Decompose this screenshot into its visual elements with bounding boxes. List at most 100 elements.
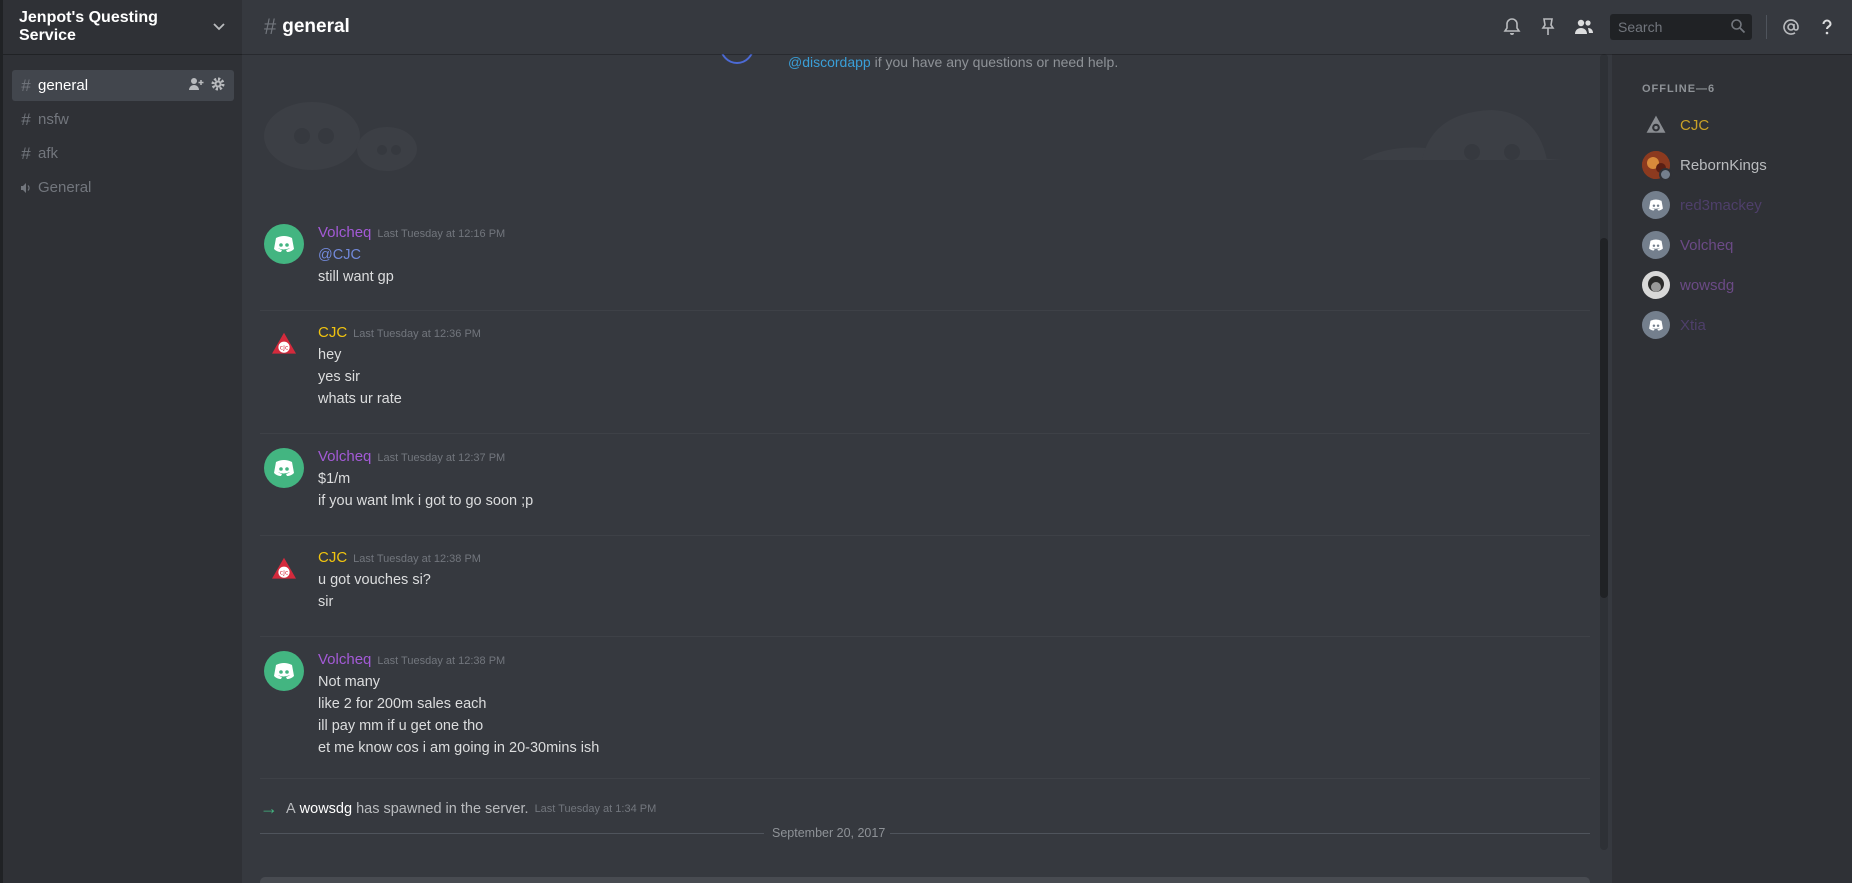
help-icon[interactable]: [1816, 16, 1838, 38]
author-name[interactable]: Volcheq: [318, 651, 371, 668]
member-name: RebornKings: [1680, 156, 1767, 174]
member-item[interactable]: CJC: [1642, 108, 1842, 142]
avatar: [1642, 111, 1670, 139]
avatar: [1642, 271, 1670, 299]
cjc-logo-icon: [1646, 115, 1666, 133]
message-text: u got vouches si?: [318, 572, 431, 588]
mention-icon[interactable]: [1780, 16, 1802, 38]
avatar[interactable]: [264, 448, 304, 488]
welcome-ring-icon: [720, 54, 754, 64]
scrollbar-thumb[interactable]: [1600, 238, 1608, 598]
message-list: @discordapp if you have any questions or…: [242, 54, 1602, 883]
message-group: cjc CJC Last Tuesday at 12:36 PM hey yes…: [260, 324, 1590, 434]
message-text: hey: [318, 347, 342, 363]
message-text: still want gp: [318, 269, 394, 285]
discordapp-link[interactable]: @discordapp: [788, 54, 871, 70]
timestamp: Last Tuesday at 12:37 PM: [377, 452, 506, 464]
pin-icon[interactable]: [1537, 16, 1559, 38]
message-group: cjc CJC Last Tuesday at 12:38 PM u got v…: [260, 549, 1590, 637]
channel-label: afk: [38, 145, 59, 162]
channel-header: # general: [242, 0, 1852, 54]
date-divider: September 20, 2017: [260, 826, 1590, 840]
member-name: wowsdg: [1680, 276, 1735, 294]
channel-item-nsfw[interactable]: # nsfw: [12, 104, 234, 135]
avatar[interactable]: cjc: [264, 549, 304, 589]
discord-watermark-left-icon: [264, 102, 417, 171]
system-user[interactable]: wowsdg: [300, 801, 352, 817]
avatar[interactable]: cjc: [264, 324, 304, 364]
mention[interactable]: @CJC: [318, 244, 1590, 266]
member-item[interactable]: red3mackey: [1642, 188, 1842, 222]
welcome-text: @discordapp if you have any questions or…: [788, 54, 1118, 70]
join-arrow-icon: →: [260, 798, 278, 818]
member-item[interactable]: wowsdg: [1642, 268, 1842, 302]
message-text: yes sir: [318, 369, 360, 385]
chat-area: # general Search @discordapp if you have…: [242, 0, 1852, 883]
channel-settings-gear-icon[interactable]: [210, 76, 226, 96]
magnifier-icon: [1730, 18, 1746, 37]
channel-item-general[interactable]: # general: [12, 70, 234, 101]
member-item[interactable]: Volcheq: [1642, 228, 1842, 262]
member-name: Volcheq: [1680, 236, 1734, 254]
discord-watermark-right-icon: [1362, 110, 1562, 160]
member-item[interactable]: Xtia: [1642, 308, 1842, 342]
scrollbar[interactable]: [1600, 54, 1608, 850]
hash-icon: #: [21, 75, 31, 95]
message-text: like 2 for 200m sales each: [318, 696, 487, 712]
system-text: has spawned in the server.: [356, 800, 529, 817]
offline-status-icon: [1659, 168, 1672, 181]
discord-logo-icon: [1649, 239, 1663, 251]
timestamp: Last Tuesday at 12:36 PM: [353, 328, 481, 340]
channel-item-afk[interactable]: # afk: [12, 138, 234, 169]
bell-icon[interactable]: [1501, 16, 1523, 38]
svg-text:cjc: cjc: [280, 344, 289, 352]
author-name[interactable]: CJC: [318, 324, 347, 341]
hash-icon: #: [21, 143, 31, 163]
voice-channel-general[interactable]: General: [12, 172, 234, 203]
search-input[interactable]: [1616, 18, 1730, 36]
system-prefix: A: [286, 800, 296, 817]
date-divider-label: September 20, 2017: [772, 826, 886, 840]
avatar: [1642, 151, 1672, 181]
divider: [1766, 15, 1767, 39]
timestamp: Last Tuesday at 1:34 PM: [534, 802, 657, 815]
speaker-icon: [20, 182, 32, 194]
message-text: ill pay mm if u get one tho: [318, 718, 484, 734]
guild-header[interactable]: Jenpot's Questing Service: [3, 0, 242, 54]
message-text: $1/m: [318, 471, 351, 487]
hash-icon: #: [264, 14, 277, 39]
search-box[interactable]: [1610, 14, 1752, 40]
members-heading: OFFLINE—6: [1642, 83, 1716, 95]
avatar[interactable]: [264, 651, 304, 691]
message-input[interactable]: [260, 877, 1590, 883]
message-text: Not many: [318, 674, 381, 690]
cjc-logo-icon: cjc: [272, 332, 296, 354]
author-name[interactable]: Volcheq: [318, 224, 371, 241]
member-name: CJC: [1680, 116, 1710, 134]
message-text: if you want lmk i got to go soon ;p: [318, 493, 534, 509]
channel-label: General: [38, 179, 92, 196]
welcome-text-body: if you have any questions or need help.: [874, 54, 1119, 70]
member-item[interactable]: RebornKings: [1642, 148, 1842, 182]
discord-logo-icon: [274, 460, 294, 476]
author-name[interactable]: CJC: [318, 549, 347, 566]
chevron-down-icon[interactable]: [212, 19, 226, 36]
discord-logo-icon: [274, 663, 294, 679]
message-text: whats ur rate: [318, 391, 402, 407]
avatar: [1642, 191, 1670, 219]
system-message: → A wowsdg has spawned in the server. La…: [260, 798, 656, 819]
avatar[interactable]: [264, 224, 304, 264]
member-list-icon[interactable]: [1573, 16, 1595, 38]
avatar: [1642, 311, 1670, 339]
author-name[interactable]: Volcheq: [318, 448, 371, 465]
message-group: Volcheq Last Tuesday at 12:38 PM Not man…: [260, 651, 1590, 779]
guild-name: Jenpot's Questing Service: [19, 9, 158, 44]
cjc-logo-icon: cjc: [272, 557, 296, 579]
timestamp: Last Tuesday at 12:38 PM: [377, 655, 506, 667]
channel-sidebar: Jenpot's Questing Service # general # ns…: [0, 0, 242, 883]
create-invite-icon[interactable]: [188, 76, 204, 96]
channel-label: general: [38, 77, 89, 94]
svg-text:cjc: cjc: [280, 569, 289, 577]
nsfw-hash-icon: #: [21, 109, 31, 129]
channel-title: general: [282, 16, 350, 37]
